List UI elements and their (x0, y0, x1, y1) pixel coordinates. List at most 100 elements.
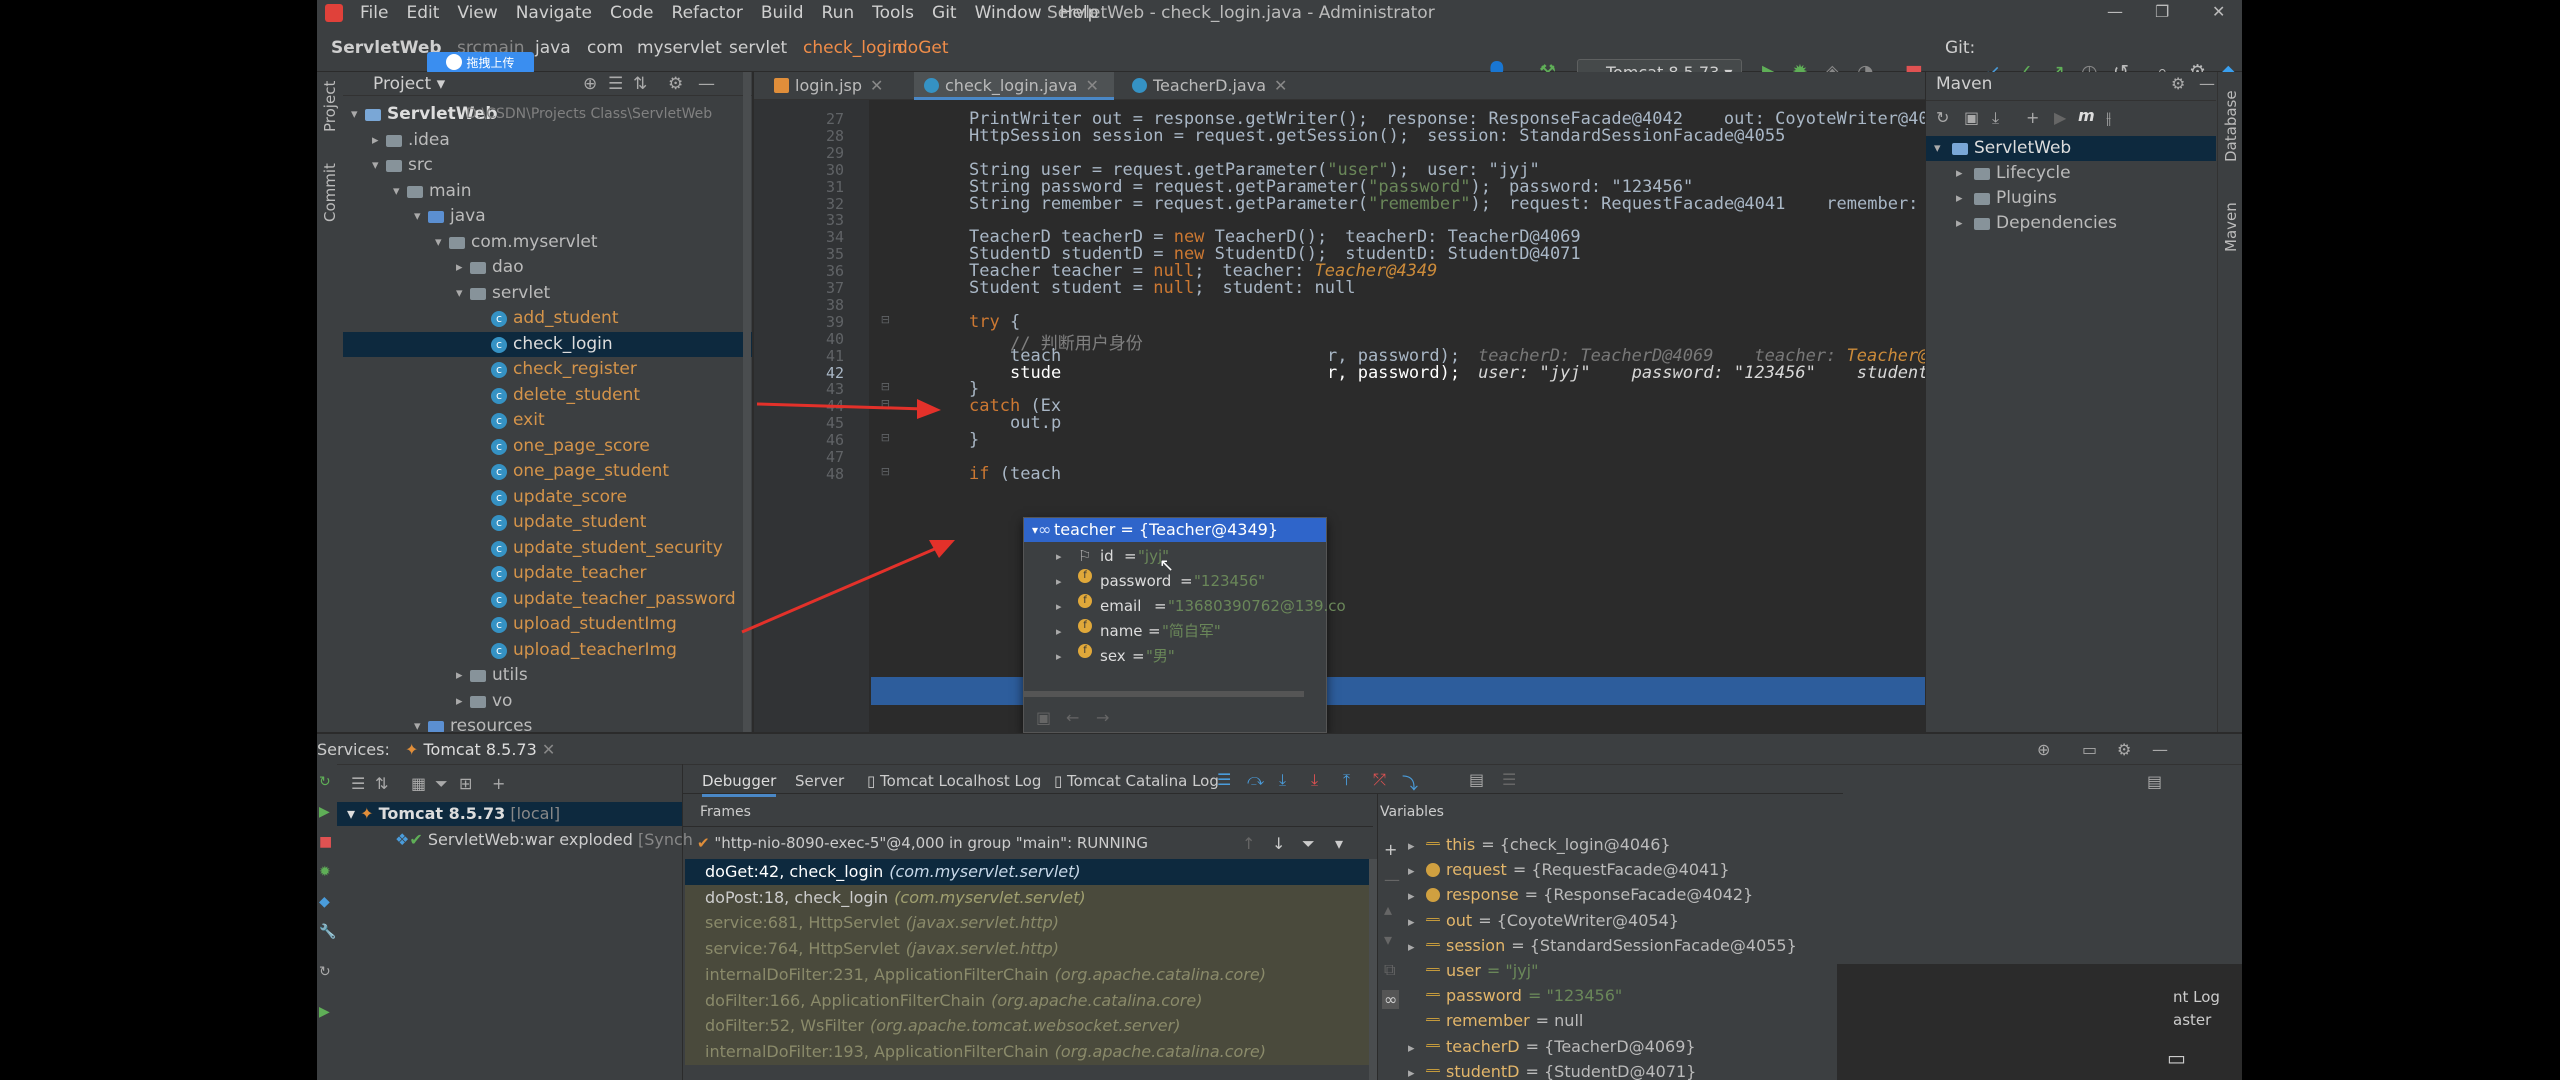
variable-row[interactable]: ▸ teacherD = {TeacherD@4069} (1408, 1034, 1696, 1059)
trace-icon[interactable]: ☰ (1502, 770, 1516, 789)
service-artifact[interactable]: ❖✔ ServletWeb:war exploded [Synch (395, 830, 693, 849)
step-into-icon[interactable]: ⤓ (1279, 770, 1286, 790)
expand-arrow-icon[interactable]: ▸ (1408, 884, 1426, 909)
variables-title: Variables (1380, 804, 1444, 820)
expand-arrow-icon[interactable]: ▸ (1408, 1061, 1426, 1080)
rerun-icon[interactable]: ↻ (319, 774, 331, 790)
popup-forward-icon[interactable]: → (1096, 708, 1109, 727)
show-watches-icon[interactable]: ∞ (1382, 990, 1400, 1009)
subtab-server[interactable]: Server (795, 772, 844, 790)
services-globe-icon[interactable]: ⊕ (2037, 740, 2050, 759)
variable-row[interactable]: user = "jyj" (1408, 958, 1538, 983)
expand-arrow-icon[interactable]: ▸ (1408, 834, 1426, 859)
stack-frame[interactable]: service:681, HttpServlet (javax.servlet.h… (685, 910, 1369, 937)
stack-frame[interactable]: internalDoFilter:193, ApplicationFilterC… (685, 1038, 1369, 1065)
check-icon: ✔ (409, 830, 423, 849)
variable-icon (1426, 917, 1440, 928)
duplicate-watch-icon[interactable]: ⧉ (1384, 960, 1395, 980)
frame-up-icon[interactable]: ↑ (1242, 834, 1255, 853)
frames-scrollbar[interactable] (1369, 859, 1377, 1080)
expand-icon[interactable]: ☰ (351, 774, 365, 793)
variable-value: = "123456" (1527, 986, 1623, 1006)
deploy-icon[interactable]: ◆ (319, 894, 330, 910)
expand-arrow-icon[interactable]: ▸ (1408, 910, 1426, 935)
popup-field-sex[interactable]: ▸ f sex = "男" (1024, 644, 1324, 669)
service-tomcat[interactable]: ▾ ✦ Tomcat 8.5.73 [local] (347, 804, 560, 823)
services-hide-icon[interactable]: — (2152, 740, 2168, 759)
stack-frame[interactable]: doFilter:52, WsFilter (org.apache.tomcat.… (685, 1013, 1369, 1040)
close-tab-icon[interactable]: ✕ (542, 740, 555, 759)
popup-pin-icon[interactable]: ▣ (1036, 708, 1051, 727)
variable-row[interactable]: ▸ request = {RequestFacade@4041} (1408, 857, 1730, 882)
filter-icon[interactable]: ⏷ (435, 774, 448, 794)
frame-down-icon[interactable]: ↓ (1272, 834, 1285, 853)
resume-icon[interactable]: ▶ (319, 804, 330, 820)
notification-icon[interactable]: ▭ (2167, 1046, 2186, 1070)
variable-row[interactable]: ▸ studentD = {StudentD@4071} (1408, 1059, 1696, 1080)
run-again-icon[interactable]: ▶ (319, 1004, 330, 1020)
subtab-catalina-log[interactable]: ▯ Tomcat Catalina Log (1054, 772, 1219, 790)
frame-filter-icon[interactable]: ⏷ (1302, 834, 1315, 854)
popup-field-name[interactable]: ▸ f name = "简自军" (1024, 619, 1324, 644)
frame-method: doFilter:166, ApplicationFilterChain (705, 990, 986, 1010)
popup-header[interactable]: ▾ ∞ teacher = {Teacher@4349} (1024, 518, 1326, 542)
variable-icon (1426, 1018, 1440, 1028)
stack-frame[interactable]: doPost:18, check_login (com.myservlet.ser… (685, 884, 1369, 911)
remove-watch-icon[interactable]: — (1384, 870, 1400, 889)
variable-row[interactable]: ▸ response = {ResponseFacade@4042} (1408, 882, 1753, 907)
stop-server-icon[interactable]: ■ (319, 834, 332, 850)
new-service-icon[interactable]: ⊞ (459, 774, 472, 793)
stack-frame[interactable]: doGet:42, check_login (com.myservlet.serv… (685, 859, 1369, 885)
variable-value: = "jyj" (1486, 961, 1539, 980)
collapse-icon[interactable]: ⇅ (375, 774, 388, 793)
variable-icon (1426, 942, 1440, 953)
show-execution-point-icon[interactable]: ☰ (1217, 770, 1231, 789)
variable-row[interactable]: ▸ session = {StandardSessionFacade@4055} (1408, 933, 1797, 958)
variable-value: = {ResponseFacade@4042} (1524, 885, 1754, 905)
wrench-icon[interactable]: 🔧 (319, 924, 336, 940)
expand-arrow-icon[interactable]: ▸ (1408, 1036, 1426, 1061)
evaluate-icon[interactable]: ▤ (1469, 770, 1484, 789)
variable-row[interactable]: password = "123456" (1408, 983, 1622, 1008)
layout-icon[interactable]: ▤ (2147, 772, 2162, 791)
drop-frame-icon[interactable]: ⤱ (1373, 770, 1386, 790)
expand-arrow-icon[interactable]: ▸ (1408, 935, 1426, 960)
services-layout-icon[interactable]: ▭ (2082, 740, 2097, 759)
thread-selector[interactable]: ✔ "http-nio-8090-exec-5"@4,000 in group … (697, 834, 1148, 852)
expand-arrow-icon[interactable]: ▾ (414, 714, 421, 732)
force-step-into-icon[interactable]: ⤓ (1311, 770, 1318, 790)
subtab-debugger[interactable]: Debugger (702, 772, 777, 797)
frame-package: (com.myservlet.servlet) (889, 862, 1081, 881)
frame-method: doGet:42, check_login (705, 862, 884, 881)
services-panel: Services: ✦ Tomcat 8.5.73 ✕ ⊕ ▭ ⚙ — ↻ ▶ … (317, 733, 2242, 1080)
thread-dropdown-icon[interactable]: ▾ (1335, 834, 1343, 853)
watch-up-icon[interactable]: ▴ (1384, 900, 1392, 919)
subtab-localhost-log[interactable]: ▯ Tomcat Localhost Log (867, 772, 1041, 790)
variable-name: remember (1446, 1011, 1530, 1031)
add-service-icon[interactable]: + (492, 774, 505, 793)
debug-server-icon[interactable]: ✹ (319, 864, 331, 880)
watch-down-icon[interactable]: ▾ (1384, 930, 1392, 949)
services-settings-icon[interactable]: ⚙ (2117, 740, 2131, 759)
popup-field-email[interactable]: ▸ f email = "13680390762@139.co (1024, 594, 1346, 619)
group-icon[interactable]: ▦ (411, 774, 426, 793)
variable-row[interactable]: ▸ out = {CoyoteWriter@4054} (1408, 908, 1679, 933)
step-out-icon[interactable]: ⤒ (1343, 770, 1350, 790)
popup-back-icon[interactable]: ← (1066, 708, 1079, 727)
variable-name: teacherD (1446, 1036, 1520, 1056)
frame-method: service:681, HttpServlet (705, 913, 900, 933)
variable-row[interactable]: ▸ this = {check_login@4046} (1408, 832, 1671, 857)
project-tree-item[interactable]: ▾ resources (343, 714, 752, 732)
popup-scrollbar[interactable] (1024, 691, 1304, 697)
refresh-icon[interactable]: ↻ (319, 964, 331, 980)
new-watch-icon[interactable]: + (1384, 840, 1397, 859)
step-over-icon[interactable]: ⤼ (1247, 770, 1264, 790)
expand-arrow-icon[interactable]: ▸ (1408, 859, 1426, 884)
run-to-cursor-icon[interactable]: ⤵ (1402, 770, 1418, 794)
variable-row[interactable]: remember = null (1408, 1008, 1583, 1033)
stack-frame[interactable]: doFilter:166, ApplicationFilterChain (org… (685, 987, 1369, 1014)
stack-frame[interactable]: service:764, HttpServlet (javax.servlet.h… (685, 936, 1369, 963)
services-tab[interactable]: ✦ Tomcat 8.5.73 ✕ (405, 740, 555, 759)
watch-toolbar: + — ▴ ▾ ⧉ ∞ (1377, 794, 1402, 1080)
stack-frame[interactable]: internalDoFilter:231, ApplicationFilterC… (685, 961, 1369, 988)
